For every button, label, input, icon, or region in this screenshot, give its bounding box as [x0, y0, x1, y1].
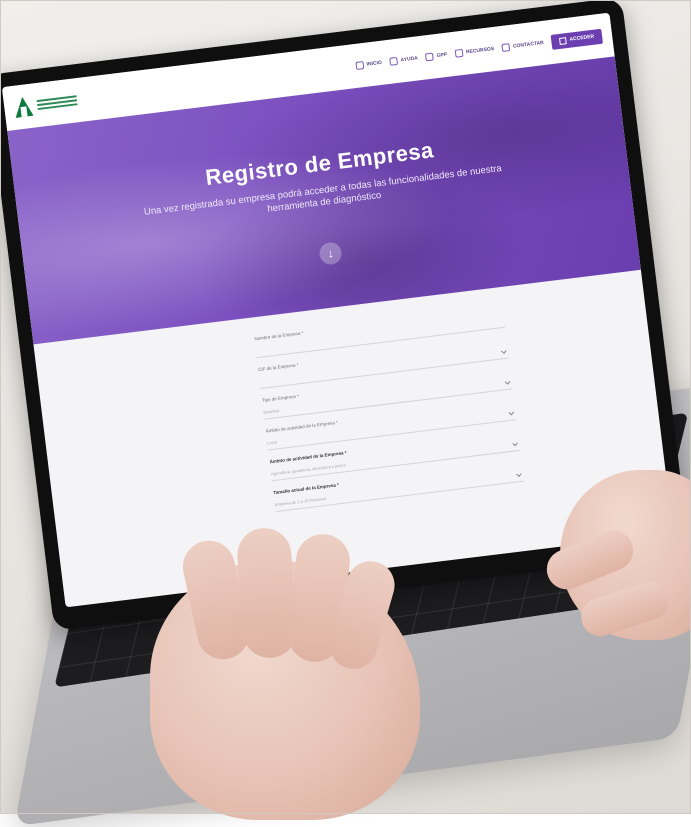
logo[interactable] — [13, 90, 78, 118]
nav-label: INICIO — [366, 59, 383, 68]
help-icon — [389, 56, 399, 66]
book-icon — [454, 48, 464, 58]
chevron-down-icon — [512, 440, 518, 447]
mail-icon — [501, 43, 511, 52]
chevron-down-icon — [508, 409, 515, 416]
junta-logo-icon — [13, 96, 33, 118]
nav-label: GPP — [436, 51, 448, 60]
access-label: ACCEDER — [569, 33, 595, 43]
home-icon — [355, 61, 365, 70]
arrow-down-icon: ↓ — [326, 246, 335, 261]
nav-item-inicio[interactable]: INICIO — [355, 59, 382, 70]
access-button[interactable]: ACCEDER — [550, 28, 603, 50]
registration-form: Nombre de la Empresa * CIF de la Empresa… — [254, 306, 525, 521]
nav-label: CONTACTAR — [512, 39, 545, 50]
login-icon — [559, 36, 568, 45]
chevron-down-icon — [516, 471, 522, 477]
nav-label: AYUDA — [400, 55, 419, 64]
chevron-down-icon — [504, 379, 511, 385]
chevron-down-icon — [500, 348, 507, 354]
logo-wordmark — [36, 94, 78, 111]
nav-label: RECURSOS — [465, 46, 495, 56]
info-icon — [425, 52, 435, 62]
nav-item-recursos[interactable]: RECURSOS — [454, 45, 495, 58]
nav-item-gpp[interactable]: GPP — [425, 51, 448, 62]
nav-item-contactar[interactable]: CONTACTAR — [501, 39, 545, 52]
nav-item-ayuda[interactable]: AYUDA — [389, 54, 419, 66]
